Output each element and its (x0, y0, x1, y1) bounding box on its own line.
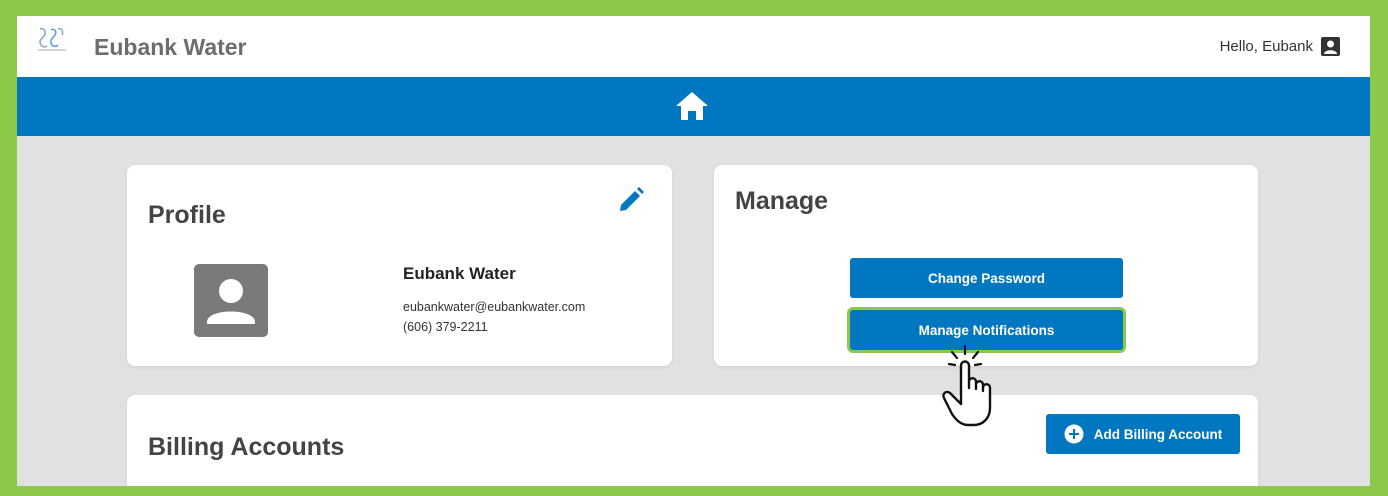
profile-card: Profile Eubank Water eubankwater@eubankw… (127, 165, 672, 366)
hand-pointer-icon (942, 344, 992, 427)
manage-card: Manage Change Password Manage Notificati… (714, 165, 1258, 366)
greeting-text: Hello, Eubank (1219, 38, 1313, 55)
add-billing-account-button[interactable]: Add Billing Account (1046, 414, 1240, 454)
change-password-button[interactable]: Change Password (850, 258, 1123, 298)
profile-name: Eubank Water (403, 264, 516, 283)
app-title: Eubank Water (94, 34, 247, 60)
avatar-icon (207, 279, 255, 324)
user-menu[interactable]: Hello, Eubank (1220, 37, 1340, 56)
header: Eubank Water Hello, Eubank (17, 16, 1370, 77)
profile-title: Profile (148, 201, 226, 229)
manage-title: Manage (735, 187, 829, 215)
nav-bar (17, 77, 1370, 136)
plus-circle-icon (1064, 424, 1084, 444)
billing-accounts-card: Billing Accounts Add Billing Account (127, 395, 1258, 486)
home-icon[interactable] (675, 90, 709, 122)
app-frame: Eubank Water Hello, Eubank Profile Euban… (17, 16, 1370, 486)
water-drops-logo-icon (38, 27, 66, 51)
add-billing-account-label: Add Billing Account (1093, 426, 1223, 442)
user-icon (1321, 37, 1340, 56)
avatar (194, 264, 268, 337)
profile-phone: (606) 379-2211 (403, 320, 488, 334)
pencil-icon[interactable] (617, 186, 645, 214)
billing-accounts-title: Billing Accounts (148, 433, 345, 461)
profile-email: eubankwater@eubankwater.com (403, 300, 586, 314)
